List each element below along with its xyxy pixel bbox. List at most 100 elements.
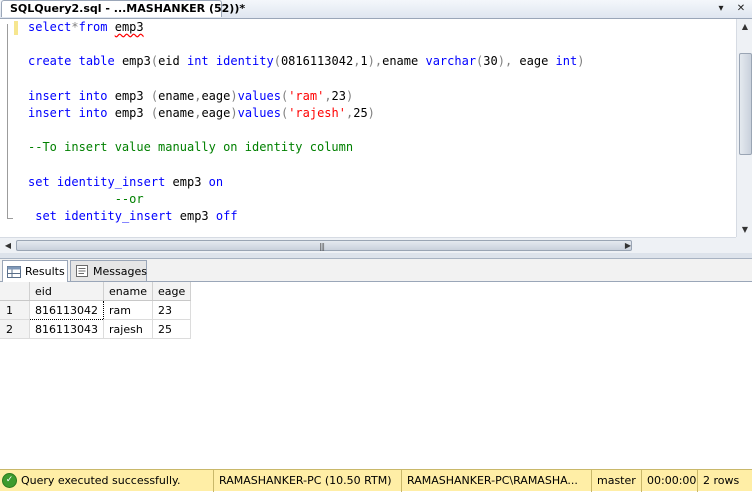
code-token: into	[78, 88, 108, 103]
tab-messages[interactable]: Messages	[70, 260, 147, 281]
code-token: 'rajesh'	[288, 105, 346, 120]
code-text[interactable]: select*from emp3 create table emp3(eid in…	[28, 19, 730, 225]
code-token: identity	[215, 54, 274, 69]
tab-dropdown-icon[interactable]: ▾	[714, 1, 728, 16]
status-row-count: 2 rows	[697, 469, 752, 492]
code-token: emp3	[172, 209, 216, 224]
grid-cell-eage[interactable]: 25	[152, 319, 192, 339]
status-login: RAMASHANKER-PC\RAMASHA...	[401, 469, 591, 492]
code-token: int	[555, 54, 578, 69]
code-line[interactable]: set identity_insert emp3 on	[28, 174, 730, 191]
vertical-scroll-thumb[interactable]	[739, 53, 752, 155]
document-tab-strip: SQLQuery2.sql - ...MASHANKER (52))* ▾ ✕	[0, 0, 752, 19]
code-token: emp3	[165, 174, 209, 189]
outlining-end	[7, 218, 13, 219]
row-number[interactable]: 2	[0, 319, 30, 339]
tab-controls: ▾ ✕	[714, 1, 748, 17]
grid-header-row: eid ename eage	[0, 282, 192, 301]
code-line[interactable]	[28, 36, 730, 53]
scroll-left-arrow-icon[interactable]: ◀	[0, 238, 16, 254]
code-token: 1	[360, 54, 368, 69]
code-token: )	[230, 88, 238, 103]
code-token: )	[346, 88, 354, 103]
table-row[interactable]: 1 816113042 ram 23	[0, 300, 192, 320]
grid-cell-eage[interactable]: 23	[152, 300, 192, 320]
code-token: )	[230, 105, 238, 120]
column-header-eage[interactable]: eage	[152, 282, 192, 301]
code-line[interactable]	[28, 71, 730, 88]
code-token: values	[237, 88, 281, 103]
query-editor[interactable]: select*from emp3 create table emp3(eid in…	[0, 19, 752, 237]
grid-icon	[7, 265, 21, 278]
code-token: emp3	[114, 20, 144, 34]
grid-cell-ename[interactable]: ram	[103, 300, 153, 320]
query-document-tab[interactable]: SQLQuery2.sql - ...MASHANKER (52))*	[1, 0, 245, 17]
editor-horizontal-scrollbar[interactable]: ◀ ||| ▶	[0, 237, 736, 253]
code-token: on	[208, 174, 224, 189]
code-line[interactable]: create table emp3(eid int identity(08161…	[28, 53, 730, 70]
code-line[interactable]	[28, 157, 730, 174]
horizontal-scroll-thumb[interactable]: |||	[16, 240, 632, 251]
code-token: 'ram'	[288, 88, 325, 103]
code-token: ename	[158, 105, 195, 120]
code-token: create	[28, 54, 72, 69]
code-token: ),	[497, 54, 513, 69]
code-token: eage	[201, 88, 231, 103]
outlining-bracket[interactable]	[7, 24, 15, 219]
results-tab-strip: Results Messages	[0, 259, 752, 282]
code-line[interactable]: --or	[28, 191, 730, 208]
code-token: emp3	[107, 88, 151, 103]
results-grid: eid ename eage 1 816113042 ram 23 2 8161…	[0, 282, 192, 339]
grid-cell-eid[interactable]: 816113043	[29, 319, 104, 339]
code-token: values	[237, 105, 281, 120]
code-token: (	[150, 54, 159, 69]
code-token: identity_insert	[56, 174, 166, 189]
code-line[interactable]: insert into emp3 (ename,eage)values('raj…	[28, 105, 730, 122]
code-token: (	[273, 54, 281, 69]
column-header-eid[interactable]: eid	[29, 282, 104, 301]
grid-cell-eid[interactable]: 816113042	[29, 300, 104, 320]
row-number[interactable]: 1	[0, 300, 30, 320]
scroll-down-arrow-icon[interactable]: ▼	[737, 222, 752, 238]
code-token: int	[186, 54, 209, 69]
editor-vertical-scrollbar[interactable]: ▲ ▼	[736, 19, 752, 238]
code-line[interactable]	[28, 122, 730, 139]
editor-gutter	[0, 19, 18, 237]
code-token: )	[577, 54, 585, 69]
code-token: varchar	[425, 54, 477, 69]
code-line[interactable]: select*from emp3	[28, 19, 730, 36]
code-token: select	[28, 20, 72, 34]
code-token: 30	[483, 54, 498, 69]
code-token: ename	[158, 88, 195, 103]
table-row[interactable]: 2 816113043 rajesh 25	[0, 319, 192, 339]
status-server: RAMASHANKER-PC (10.50 RTM)	[213, 469, 401, 492]
scroll-right-arrow-icon[interactable]: ▶	[620, 238, 636, 254]
grid-corner-cell[interactable]	[0, 282, 30, 301]
column-header-ename[interactable]: ename	[103, 282, 153, 301]
code-line[interactable]: set identity_insert emp3 off	[28, 208, 730, 225]
grid-cell-ename[interactable]: rajesh	[103, 319, 153, 339]
code-token: emp3	[114, 54, 151, 69]
code-token: 25	[353, 105, 368, 120]
code-token: set	[35, 209, 57, 224]
code-token: insert	[28, 88, 72, 103]
status-message-text: Query executed successfully.	[21, 474, 181, 487]
code-token: off	[215, 209, 238, 224]
code-token: identity_insert	[64, 209, 173, 224]
code-token: eage	[512, 54, 556, 69]
code-line[interactable]: --To insert value manually on identity c…	[28, 139, 730, 156]
code-token: (	[150, 105, 159, 120]
code-line[interactable]: insert into emp3 (ename,eage)values('ram…	[28, 88, 730, 105]
code-token: ,	[324, 88, 332, 103]
change-marker	[14, 21, 18, 35]
scroll-up-arrow-icon[interactable]: ▲	[737, 19, 752, 35]
code-token: 0816113042	[280, 54, 354, 69]
tab-results[interactable]: Results	[2, 260, 68, 282]
code-token: into	[78, 105, 108, 120]
status-message: ✓ Query executed successfully.	[0, 470, 213, 492]
close-tab-icon[interactable]: ✕	[734, 1, 748, 16]
code-token: 23	[331, 88, 346, 103]
